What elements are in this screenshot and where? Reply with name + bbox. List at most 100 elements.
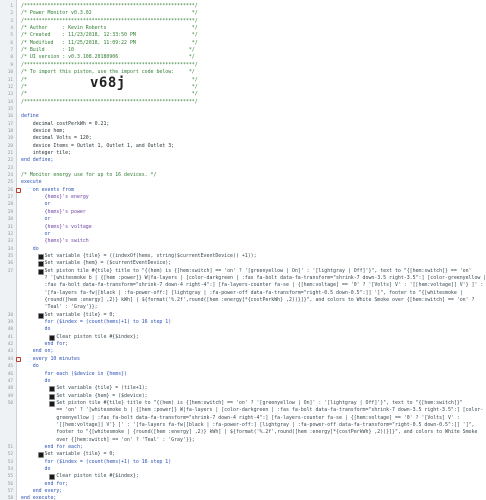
code-editor[interactable]: 1 /**************************************… bbox=[0, 0, 486, 500]
code-text: /* Author : Kevin Roberts */ bbox=[21, 25, 198, 32]
line-number: 32 bbox=[7, 231, 13, 237]
code-line[interactable]: 46 for each ($device in {hems}) bbox=[0, 371, 486, 378]
code-line[interactable]: greenyellow | :fas fa-bolt data-fa-trans… bbox=[0, 415, 486, 422]
code-line[interactable]: 10/* To import this piston, use the impo… bbox=[0, 69, 486, 76]
line-number: 27 bbox=[7, 195, 13, 201]
code-text: {hems}'s energy bbox=[21, 194, 89, 201]
code-line[interactable]: 17 decimal costPerkWh = 0.21; bbox=[0, 121, 486, 128]
code-line[interactable]: 6 /* Modified : 11/25/2018, 11:09:22 PM *… bbox=[0, 40, 486, 47]
code-line[interactable]: 37 Set piston tile #{tile} title to "{(h… bbox=[0, 268, 486, 275]
code-text: /***************************************… bbox=[21, 3, 198, 9]
code-line[interactable]: 38 Set variable {tile} = 0; bbox=[0, 312, 486, 319]
code-text: == 'on' ? '[whitesmoke b | {[hem :power]… bbox=[21, 407, 484, 414]
code-line[interactable]: == 'on' ? '[whitesmoke b | {[hem :power]… bbox=[0, 407, 486, 414]
code-line[interactable]: 4 /* Author : Kevin Roberts */ bbox=[0, 25, 486, 32]
code-line[interactable]: 58 end execute; bbox=[0, 495, 486, 500]
code-line[interactable]: 27 {hems}'s energy bbox=[0, 194, 486, 201]
code-line[interactable]: 48 Set variable {tile} = (tile+1); bbox=[0, 385, 486, 393]
code-line[interactable]: 22 end define; bbox=[0, 157, 486, 164]
code-line[interactable]: 47 do bbox=[0, 378, 486, 385]
code-line[interactable]: footer to "{[whitesmoke | {round([hem :e… bbox=[0, 429, 486, 436]
code-line[interactable]: 5 /* Created : 11/23/2018, 12:33:50 PM */ bbox=[0, 32, 486, 39]
statement-handle-icon[interactable] bbox=[37, 452, 44, 459]
line-number: 25 bbox=[7, 180, 13, 186]
statement-handle-icon[interactable] bbox=[49, 393, 56, 400]
code-line[interactable]: 44 every 10 minutes bbox=[0, 356, 486, 363]
code-line[interactable]: 35 Set variable {tile} = ((indexOf(hems,… bbox=[0, 253, 486, 260]
line-number: 34 bbox=[7, 246, 13, 252]
code-text: footer to "{[whitesmoke | {round([hem :e… bbox=[21, 429, 478, 436]
code-line[interactable]: 7 /* Build : 10 */ bbox=[0, 47, 486, 54]
code-line[interactable]: 45 do bbox=[0, 363, 486, 370]
code-line[interactable]: 3 /**************************************… bbox=[0, 18, 486, 25]
code-text: do bbox=[21, 326, 51, 333]
code-line[interactable]: 23 bbox=[0, 165, 486, 172]
code-text: define bbox=[21, 113, 39, 120]
code-line[interactable]: 54 do bbox=[0, 466, 486, 473]
code-line[interactable]: 13 /* */ bbox=[0, 91, 486, 98]
statement-handle-icon[interactable] bbox=[49, 400, 56, 407]
code-line[interactable]: 9 /**************************************… bbox=[0, 62, 486, 69]
code-line[interactable]: 55 Clear piston tile #{$index}; bbox=[0, 473, 486, 481]
code-line[interactable]: 25 execute bbox=[0, 179, 486, 186]
code-text: or bbox=[21, 230, 51, 237]
code-line[interactable]: 30 or bbox=[0, 216, 486, 223]
code-line[interactable]: 16 define bbox=[0, 113, 486, 120]
code-line[interactable]: 2 /* Power Monitor v0.3.02 */ bbox=[0, 10, 486, 17]
code-line[interactable]: 14 /*************************************… bbox=[0, 99, 486, 106]
statement-handle-icon[interactable] bbox=[37, 268, 44, 275]
code-line[interactable]: 18 device hem; bbox=[0, 128, 486, 135]
line-number: 36 bbox=[7, 261, 13, 267]
code-line[interactable]: 56 end for; bbox=[0, 481, 486, 488]
code-line[interactable]: 11/* */ bbox=[0, 77, 486, 84]
statement-handle-icon[interactable] bbox=[37, 261, 44, 268]
code-line[interactable]: 41 Clear piston tile #{$index}; bbox=[0, 334, 486, 341]
code-line[interactable]: 49 Set variable {hem} = ($device); bbox=[0, 393, 486, 400]
code-line[interactable]: over {[hem:switch] == 'on' ? 'Teal' : 'G… bbox=[0, 437, 486, 444]
code-line[interactable]: 29 {hems}'s power bbox=[0, 209, 486, 216]
code-line[interactable]: '[fa-layers fa-fw|[black | :fa-power-off… bbox=[0, 290, 486, 297]
code-line[interactable]: 36 Set variable {hem} = ($currentEventDe… bbox=[0, 260, 486, 268]
statement-handle-icon[interactable] bbox=[37, 253, 44, 260]
line-number: 31 bbox=[7, 224, 13, 230]
code-line[interactable]: 51 end for each; bbox=[0, 444, 486, 451]
code-text: Set variable {tile} = (tile+1); bbox=[21, 385, 148, 392]
code-line[interactable]: 32 or bbox=[0, 231, 486, 238]
line-number: 51 bbox=[7, 445, 13, 450]
line-number: 37 bbox=[7, 268, 13, 274]
code-line[interactable]: 19 decimal Volts = 120; bbox=[0, 135, 486, 142]
code-line[interactable]: 52 Set variable {tile} = 0; bbox=[0, 451, 486, 459]
code-line[interactable]: 39 for ($index = (count(hems)+1) to 16 s… bbox=[0, 319, 486, 326]
code-line[interactable]: '[[hem:voltage]] V'} ]' : '[fa-layers fa… bbox=[0, 422, 486, 429]
code-line[interactable]: 24 /* Monitor energy use for up to 16 dev… bbox=[0, 172, 486, 179]
statement-handle-icon[interactable] bbox=[37, 312, 44, 319]
code-line[interactable]: 28 or bbox=[0, 201, 486, 208]
code-line[interactable]: 15 bbox=[0, 106, 486, 113]
code-line[interactable]: 53 for ($index = (count(hems)+1) to 16 s… bbox=[0, 459, 486, 466]
line-number: 11 bbox=[7, 77, 13, 83]
code-line[interactable]: 57 end every; bbox=[0, 488, 486, 495]
code-line[interactable]: 21 integer tile; bbox=[0, 150, 486, 157]
line-number: 2 bbox=[10, 11, 13, 17]
code-text: Clear piston tile #{$index}; bbox=[21, 333, 139, 340]
code-line[interactable]: ? '[whitesmoke b | {[hem :power]} W|fa-l… bbox=[0, 275, 486, 282]
code-line[interactable]: 'Teal' : 'Gray'}}; bbox=[0, 304, 486, 311]
code-line[interactable]: 26 on events from bbox=[0, 187, 486, 194]
statement-handle-icon[interactable] bbox=[49, 386, 56, 393]
code-line[interactable]: 20 device Items = Outlet 1, Outlet 1, an… bbox=[0, 143, 486, 150]
line-number: 9 bbox=[10, 62, 13, 68]
code-line[interactable]: 40 do bbox=[0, 326, 486, 333]
statement-handle-icon[interactable] bbox=[49, 334, 56, 341]
code-line[interactable]: 50 Set piston tile #{tile} title to "{(h… bbox=[0, 400, 486, 407]
code-line[interactable]: :fas fa-bolt data-fa-transform="shrink-7… bbox=[0, 282, 486, 289]
code-line[interactable]: 33 {hems}'s switch bbox=[0, 238, 486, 245]
code-line[interactable]: 8 /* UI version : v0.3.108.20180906 */ bbox=[0, 54, 486, 61]
code-line[interactable]: 1 /**************************************… bbox=[0, 3, 486, 10]
code-line[interactable]: 12/* */ bbox=[0, 84, 486, 91]
code-line[interactable]: 34 do bbox=[0, 246, 486, 253]
code-line[interactable]: 42 end for; bbox=[0, 341, 486, 348]
code-line[interactable]: 31 {hems}'s voltage bbox=[0, 224, 486, 231]
code-line[interactable]: {round([hem :energy] ,2)} kWh] | ${forma… bbox=[0, 297, 486, 304]
statement-handle-icon[interactable] bbox=[49, 474, 56, 481]
code-line[interactable]: 43 end on; bbox=[0, 348, 486, 355]
